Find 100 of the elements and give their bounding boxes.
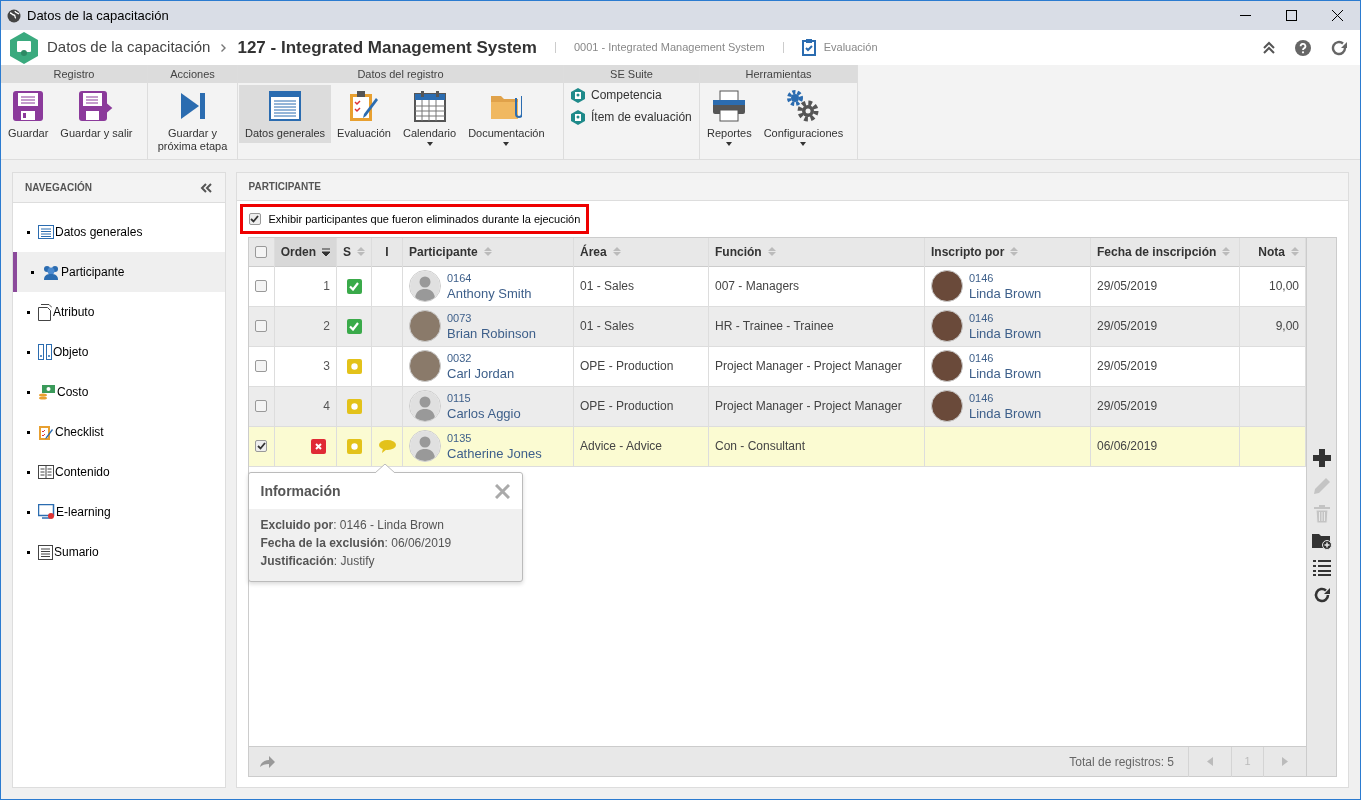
navigation-item[interactable]: Participante	[13, 252, 225, 292]
window-title: Datos de la capacitación	[27, 6, 169, 25]
column-header[interactable]: Orden	[274, 238, 337, 266]
collapse-panel-icon[interactable]	[199, 182, 213, 193]
checkbox[interactable]	[255, 245, 268, 258]
ribbon-link[interactable]: Ítem de evaluación	[571, 108, 692, 126]
floppy-disk-arrow-icon	[78, 89, 115, 123]
table-cell: 06/06/2019	[1090, 426, 1240, 466]
table-cell: 01 - Sales	[573, 266, 709, 306]
checkbox[interactable]	[248, 213, 261, 225]
ribbon-button[interactable]: Guardar	[2, 85, 55, 143]
module-breadcrumb[interactable]: Datos de la capacitación	[47, 36, 211, 59]
bullet-icon	[27, 310, 30, 314]
participant-id: 0115	[447, 391, 472, 406]
participant-name[interactable]: Brian Robinson	[447, 326, 536, 341]
column-header[interactable]: Nota	[1239, 238, 1306, 266]
folder-add-icon[interactable]	[1311, 533, 1332, 550]
globe-icon	[7, 8, 21, 23]
column-header[interactable]: Función	[708, 238, 925, 266]
participant-name[interactable]: Carlos Aggio	[447, 406, 521, 421]
chevron-icon	[221, 43, 227, 52]
binders-icon	[38, 344, 52, 360]
sort-icon	[612, 247, 621, 257]
avatar-photo-placeholder	[931, 270, 963, 302]
sort-icon	[357, 247, 365, 257]
table-cell: 1	[274, 266, 337, 306]
ribbon-button[interactable]: Documentación	[462, 85, 551, 149]
help-icon[interactable]	[1295, 39, 1311, 56]
bullet-icon	[27, 350, 30, 354]
record-title: 127 - Integrated Management System	[237, 36, 537, 59]
close-icon[interactable]	[1331, 10, 1343, 21]
refresh-icon[interactable]	[1331, 39, 1348, 56]
table-cell: 29/05/2019	[1090, 386, 1240, 426]
badge-icon	[571, 109, 585, 125]
add-icon[interactable]	[1312, 449, 1331, 467]
table-cell: 29/05/2019	[1090, 346, 1240, 386]
ribbon-button[interactable]: Evaluación	[331, 85, 397, 143]
column-header[interactable]: Inscripto por	[924, 238, 1091, 266]
enrolled-by-name[interactable]: Linda Brown	[969, 366, 1042, 381]
table-cell: Project Manager - Project Manager	[708, 346, 925, 386]
enrolled-by-name[interactable]: Linda Brown	[969, 326, 1042, 341]
total-records: Total de registros: 5	[1069, 753, 1174, 771]
participant-id: 0073	[447, 311, 473, 326]
ribbon-group-label: SE Suite	[564, 65, 699, 83]
checkbox[interactable]	[255, 320, 268, 332]
checkbox[interactable]	[255, 440, 268, 452]
avatar-photo-placeholder	[931, 350, 963, 382]
ribbon-group-label: Herramientas	[700, 65, 857, 83]
people-icon	[42, 264, 60, 280]
participant-name[interactable]: Anthony Smith	[447, 286, 532, 301]
dropdown-caret-icon	[726, 142, 733, 146]
table-cell: OPE - Production	[573, 386, 709, 426]
table-cell: 29/05/2019	[1090, 306, 1240, 346]
navigation-item[interactable]: Contenido	[13, 452, 225, 492]
clipboard-check-icon	[801, 39, 816, 56]
refresh-icon[interactable]	[1312, 586, 1331, 604]
column-header[interactable]: S	[336, 238, 372, 266]
maximize-icon[interactable]	[1285, 10, 1297, 21]
navigation-item[interactable]: E-learning	[13, 492, 225, 532]
list-icon[interactable]	[1312, 560, 1331, 576]
navigation-title: NAVEGACIÓN	[25, 180, 93, 195]
calendar-icon	[413, 89, 446, 123]
navigation-item[interactable]: Checklist	[13, 412, 225, 452]
sort-icon	[1010, 247, 1019, 257]
table-cell: Advice - Advice	[573, 426, 709, 466]
ribbon-button[interactable]: Guardar y salir	[54, 85, 139, 143]
ribbon-button[interactable]: Calendario	[396, 85, 463, 149]
participant-name[interactable]: Catherine Jones	[447, 446, 542, 461]
document-icon	[38, 303, 52, 321]
table-cell: OPE - Production	[573, 346, 709, 386]
checkbox[interactable]	[255, 280, 268, 292]
bullet-icon	[27, 230, 30, 234]
checkbox[interactable]	[255, 360, 268, 372]
navigation-item[interactable]: Atributo	[13, 292, 225, 332]
ribbon-button[interactable]: Configuraciones	[757, 85, 850, 149]
column-header[interactable]: I	[371, 238, 403, 266]
bullet-icon	[27, 430, 30, 434]
participant-name[interactable]: Carl Jordan	[447, 366, 515, 381]
checkbox[interactable]	[255, 400, 268, 412]
sort-icon	[483, 247, 492, 257]
sort-icon	[1291, 247, 1299, 257]
ribbon-button[interactable]: Reportes	[701, 85, 758, 149]
enrolled-by-name[interactable]: Linda Brown	[969, 286, 1042, 301]
enrolled-by-name[interactable]: Linda Brown	[969, 406, 1042, 421]
navigation-item[interactable]: Datos generales	[13, 212, 225, 252]
column-header[interactable]: Participante	[402, 238, 574, 266]
column-header[interactable]: Área	[573, 238, 709, 266]
navigation-item[interactable]: Sumario	[13, 532, 225, 572]
column-header[interactable]: Fecha de inscripción	[1090, 238, 1240, 266]
navigation-item[interactable]: Costo	[13, 372, 225, 412]
ribbon-link[interactable]: Competencia	[571, 86, 692, 104]
ribbon-button[interactable]: Datos generales	[239, 85, 332, 143]
dropdown-caret-icon	[426, 142, 433, 146]
collapse-icon[interactable]	[1263, 40, 1275, 55]
monitor-badge-icon	[38, 503, 55, 521]
navigation-item[interactable]: Objeto	[13, 332, 225, 372]
dropdown-caret-icon	[503, 142, 510, 146]
sort-icon	[1222, 247, 1231, 257]
ribbon-button[interactable]: Guardar y próxima etapa	[149, 85, 236, 156]
sort-icon	[767, 247, 776, 257]
